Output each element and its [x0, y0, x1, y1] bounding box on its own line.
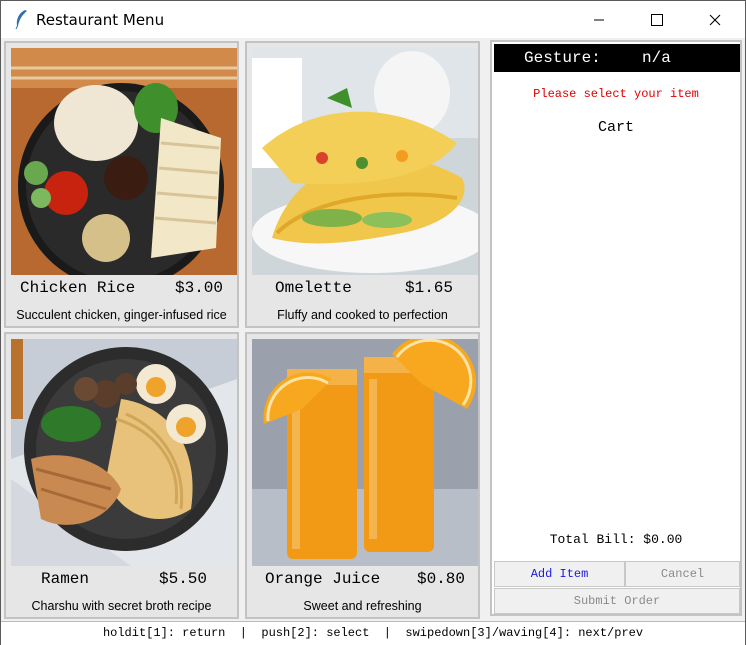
- menu-card-omelette[interactable]: Omelette $1.65 Fluffy and cooked to perf…: [245, 41, 480, 328]
- menu-card-orange-juice[interactable]: Orange Juice $0.80 Sweet and refreshing: [245, 332, 480, 619]
- omelette-image: [252, 48, 478, 275]
- app-window: Restaurant Menu Chicken Rice $3.00 Succu…: [0, 0, 746, 645]
- maximize-button[interactable]: [634, 1, 680, 38]
- item-name: Orange Juice: [265, 570, 381, 588]
- cancel-button[interactable]: Cancel: [625, 561, 740, 587]
- status-message: Please select your item: [533, 87, 699, 101]
- menu-card-ramen[interactable]: Ramen $5.50 Charshu with secret broth re…: [4, 332, 239, 619]
- item-name: Ramen: [41, 570, 90, 588]
- item-name: Omelette: [275, 279, 352, 297]
- window-title: Restaurant Menu: [36, 11, 165, 29]
- cart-title: Cart: [597, 119, 634, 136]
- item-description: Charshu with secret broth recipe: [31, 599, 212, 613]
- status-bar: holdit[1]: return | push[2]: select | sw…: [1, 621, 745, 645]
- item-price: $0.80: [416, 570, 465, 588]
- total-bill: Total Bill: $0.00: [549, 532, 683, 547]
- ramen-image: [11, 339, 237, 566]
- menu-card-chicken-rice[interactable]: Chicken Rice $3.00 Succulent chicken, gi…: [4, 41, 239, 328]
- orange-juice-image: [252, 339, 478, 566]
- item-name: Chicken Rice: [20, 279, 136, 297]
- chicken-rice-image: [11, 48, 237, 275]
- minimize-icon: [594, 19, 604, 20]
- order-panel: Gesture: n/a Please select your item Car…: [490, 40, 742, 616]
- feather-icon: [15, 10, 27, 29]
- item-description: Succulent chicken, ginger-infused rice: [16, 308, 227, 322]
- gesture-label: Gesture:: [524, 49, 601, 67]
- close-icon: [709, 14, 721, 25]
- close-button[interactable]: [692, 1, 738, 38]
- gesture-value: n/a: [642, 49, 671, 67]
- submit-order-button[interactable]: Submit Order: [494, 588, 740, 614]
- item-description: Sweet and refreshing: [303, 599, 422, 613]
- add-item-button[interactable]: Add Item: [494, 561, 625, 587]
- maximize-icon: [651, 13, 663, 26]
- item-price: $3.00: [174, 279, 223, 297]
- gesture-bar: Gesture: n/a: [494, 44, 740, 72]
- title-bar: Restaurant Menu: [1, 1, 745, 38]
- item-price: $1.65: [404, 279, 453, 297]
- minimize-button[interactable]: [576, 1, 622, 38]
- item-price: $5.50: [158, 570, 207, 588]
- item-description: Fluffy and cooked to perfection: [277, 308, 448, 322]
